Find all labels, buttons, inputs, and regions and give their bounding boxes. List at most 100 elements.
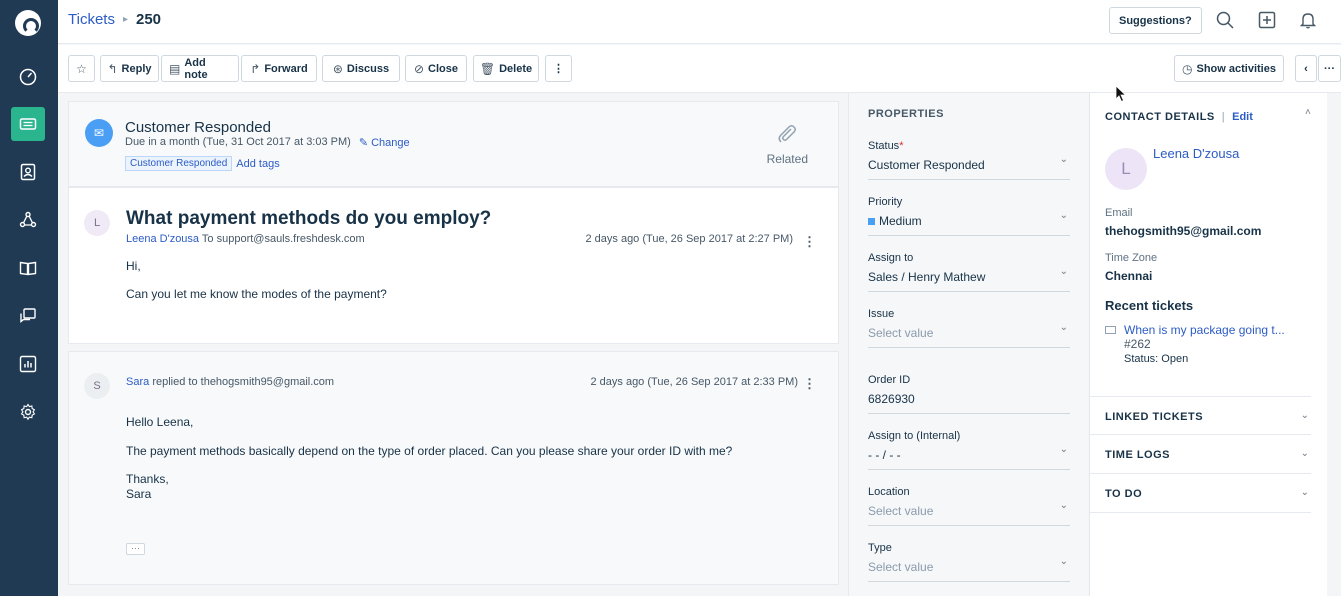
ticket-toolbar: ☆ ↰ Reply ▤ Add note ↱ Forward ⊛ Discuss ⊘ Cl…	[58, 45, 1341, 93]
assign-to-label: Assign to	[868, 252, 914, 264]
type-value: Select value	[868, 560, 934, 574]
order-id-field[interactable]: Order ID 6826930	[868, 374, 1070, 414]
admin-gear-icon[interactable]	[11, 395, 45, 429]
overflow-button[interactable]: ···	[1318, 55, 1341, 82]
contact-details-panel: CONTACT DETAILS | Edit ˄ L Leena D'zousa…	[1089, 93, 1327, 596]
mail-icon: ✉	[85, 119, 113, 147]
assign-to-field[interactable]: Assign to Sales / Henry Mathew ⌄	[868, 252, 1070, 292]
status-field[interactable]: Status* Customer Responded ⌄	[868, 140, 1070, 180]
tags-row: Customer Responded Add tags	[125, 156, 280, 171]
new-item-icon[interactable]	[1257, 10, 1277, 30]
contact-email: thehogsmith95@gmail.com	[1105, 224, 1262, 238]
delete-label: Delete	[499, 62, 533, 75]
ticket-number: 250	[135, 11, 162, 28]
previous-ticket-button[interactable]: ‹	[1295, 55, 1317, 82]
forward-button[interactable]: ↱ Forward	[241, 55, 317, 82]
status-value: Customer Responded	[868, 158, 985, 172]
social-icon[interactable]	[11, 203, 45, 237]
chevron-down-icon: ⌄	[1059, 322, 1068, 333]
author-link[interactable]: Sara	[126, 376, 149, 388]
message-meta: Leena D'zousa To support@sauls.freshdesk…	[126, 233, 365, 245]
reply-meta: Sara replied to thehogsmith95@gmail.com	[126, 376, 334, 388]
contact-details-title: CONTACT DETAILS	[1105, 111, 1215, 123]
show-quoted-text-button[interactable]: ···	[126, 543, 145, 555]
assign-to-value: Sales / Henry Mathew	[868, 270, 986, 284]
forums-icon[interactable]	[11, 299, 45, 333]
add-note-label: Add note	[184, 56, 208, 81]
edit-contact-link[interactable]: Edit	[1232, 111, 1253, 123]
freshdesk-logo-icon[interactable]	[15, 10, 41, 36]
close-label: Close	[428, 62, 459, 75]
contact-details-header: CONTACT DETAILS | Edit	[1105, 111, 1253, 123]
message-menu-icon[interactable]: ⋮	[803, 235, 816, 248]
reply-button[interactable]: ↰ Reply	[100, 55, 159, 82]
tickets-icon[interactable]	[11, 107, 45, 141]
replied-to-label: replied to	[152, 376, 198, 388]
contacts-icon[interactable]	[11, 155, 45, 189]
star-button[interactable]: ☆	[68, 55, 95, 82]
add-note-button[interactable]: ▤ Add note	[161, 55, 239, 82]
priority-field[interactable]: Priority Medium ⌄	[868, 196, 1070, 236]
more-actions-button[interactable]: ⋮	[545, 55, 572, 82]
chevron-down-icon: ⌄	[1059, 210, 1068, 221]
add-tags-link[interactable]: Add tags	[236, 158, 279, 170]
recent-ticket-link[interactable]: When is my package going t...	[1124, 323, 1285, 337]
conversation-pane: ✉ Customer Responded Due in a month (Tue…	[68, 101, 839, 596]
notification-bell-icon[interactable]	[1298, 10, 1318, 30]
original-message-card: L What payment methods do you employ? Le…	[68, 187, 839, 344]
ticket-icon	[1105, 326, 1116, 334]
show-activities-button[interactable]: ◷ Show activities	[1174, 55, 1284, 82]
chevron-down-icon: ⌄	[1300, 410, 1309, 421]
type-field[interactable]: Type Select value ⌄	[868, 542, 1070, 582]
history-icon: ◷	[1182, 61, 1193, 76]
breadcrumb-tickets-link[interactable]: Tickets	[68, 11, 115, 28]
reply-menu-icon[interactable]: ⋮	[803, 377, 816, 390]
time-logs-section[interactable]: TIME LOGS ⌄	[1090, 435, 1311, 474]
related-button[interactable]: Related	[767, 122, 808, 166]
dashboard-icon[interactable]	[11, 60, 45, 94]
location-value: Select value	[868, 504, 934, 518]
status-title: Customer Responded	[125, 119, 271, 136]
close-ticket-button[interactable]: ⊘ Close	[405, 55, 467, 82]
forward-icon: ↱	[250, 61, 261, 76]
timezone-label: Time Zone	[1105, 252, 1158, 264]
to-email: thehogsmith95@gmail.com	[200, 376, 335, 388]
to-do-section[interactable]: TO DO ⌄	[1090, 474, 1311, 513]
discuss-button[interactable]: ⊛ Discuss	[322, 55, 400, 82]
assign-internal-label: Assign to (Internal)	[868, 430, 961, 442]
priority-color-icon	[868, 217, 875, 225]
reply-line: Sara	[126, 487, 152, 501]
change-due-link[interactable]: ✎ Change	[359, 136, 410, 149]
contact-timezone: Chennai	[1105, 269, 1153, 283]
search-icon[interactable]	[1215, 10, 1235, 30]
breadcrumb-separator: ▸	[122, 14, 128, 25]
recent-ticket-number: #262	[1124, 337, 1151, 351]
contact-avatar: L	[1105, 148, 1147, 190]
delete-button[interactable]: 🗑 Delete	[473, 55, 539, 82]
reports-icon[interactable]	[11, 347, 45, 381]
priority-label: Priority	[868, 196, 903, 208]
avatar: L	[84, 210, 110, 236]
top-header: Tickets ▸ 250 Suggestions?	[58, 0, 1341, 44]
assign-internal-field[interactable]: Assign to (Internal) - - / - - ⌄	[868, 430, 1070, 470]
contact-name-link[interactable]: Leena D'zousa	[1153, 146, 1239, 161]
recent-ticket-status: Status: Open	[1124, 353, 1189, 365]
star-icon: ☆	[76, 61, 87, 76]
solutions-icon[interactable]	[11, 251, 45, 285]
location-field[interactable]: Location Select value ⌄	[868, 486, 1070, 526]
chevron-down-icon: ⌄	[1059, 444, 1068, 455]
left-navigation	[0, 0, 58, 596]
author-link[interactable]: Leena D'zousa	[126, 233, 199, 245]
paperclip-icon	[778, 125, 797, 143]
to-email: support@sauls.freshdesk.com	[216, 233, 365, 245]
issue-field[interactable]: Issue Select value ⌄	[868, 308, 1070, 348]
properties-title: PROPERTIES	[868, 108, 944, 120]
tag-chip[interactable]: Customer Responded	[125, 156, 233, 171]
forward-label: Forward	[264, 62, 308, 75]
linked-tickets-section[interactable]: LINKED TICKETS ⌄	[1090, 396, 1311, 435]
chevron-down-icon: ⌄	[1300, 487, 1309, 498]
discuss-label: Discuss	[346, 62, 390, 75]
collapse-icon[interactable]: ˄	[1305, 107, 1311, 118]
suggestions-button[interactable]: Suggestions?	[1109, 7, 1202, 34]
linked-tickets-title: LINKED TICKETS	[1105, 411, 1204, 423]
